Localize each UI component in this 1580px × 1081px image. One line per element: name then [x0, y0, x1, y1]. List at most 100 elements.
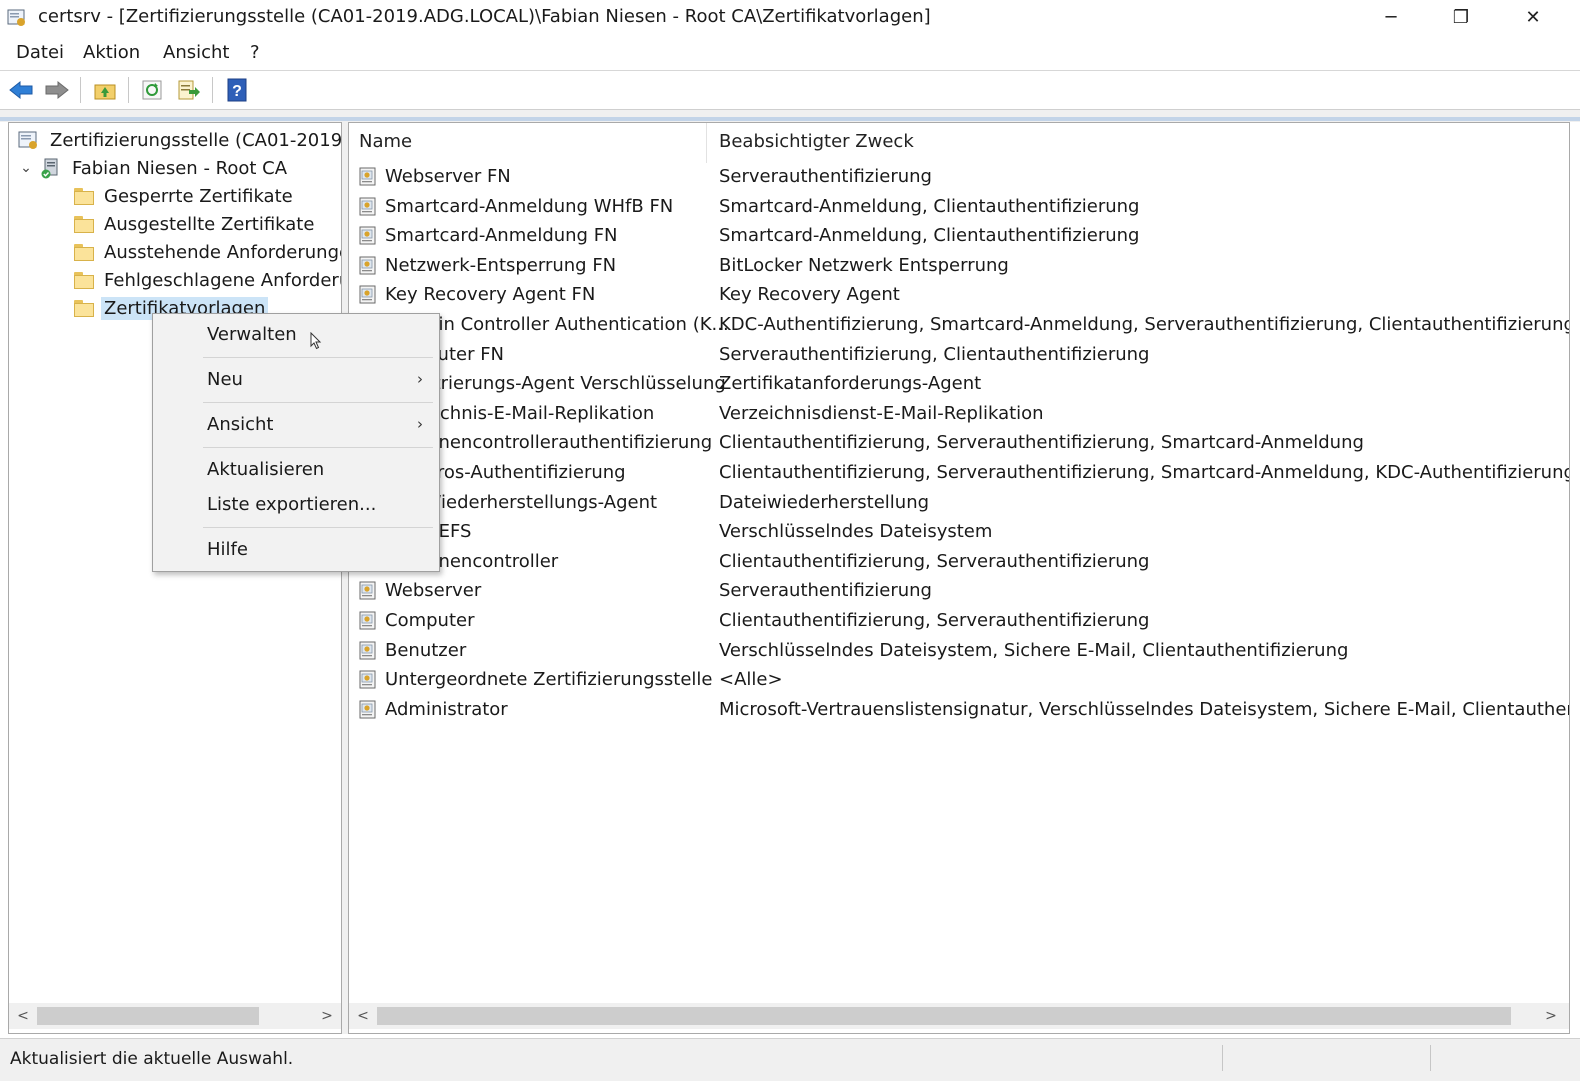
tree-node-failed[interactable]: Fehlgeschlagene Anforderungen: [73, 267, 341, 293]
export-list-button[interactable]: [176, 78, 202, 102]
menu-separator: [203, 527, 433, 528]
template-purpose: Clientauthentifizierung, Serverauthentif…: [719, 550, 1150, 572]
ctx-label: Ansicht: [207, 414, 274, 435]
ctx-label: Aktualisieren: [207, 459, 325, 480]
root-ca-icon: [41, 158, 58, 179]
refresh-icon: [142, 80, 162, 100]
restore-icon: ❐: [1452, 6, 1470, 28]
template-purpose: <Alle>: [719, 669, 783, 691]
status-bar: Aktualisiert die aktuelle Auswahl.: [0, 1038, 1580, 1081]
tree-node-root[interactable]: Zertifizierungsstelle (CA01-2019.ADG.LOC…: [17, 127, 341, 153]
certificate-template-icon: [359, 256, 376, 275]
certificate-template-icon: [359, 581, 376, 600]
title-bar: certsrv - [Zertifizierungsstelle (CA01-2…: [0, 0, 1580, 36]
tree-label-issued: Ausgestellte Zertifikate: [104, 213, 315, 235]
toolbar-separator: [80, 77, 81, 103]
forward-button[interactable]: [44, 78, 70, 102]
template-purpose: BitLocker Netzwerk Entsperrung: [719, 254, 1009, 276]
toolbar-separator: [128, 77, 129, 103]
window-title: certsrv - [Zertifizierungsstelle (CA01-2…: [38, 6, 931, 27]
ctx-item-liste-exportieren[interactable]: Liste exportieren...: [155, 489, 437, 521]
scrollbar-thumb[interactable]: [37, 1007, 259, 1025]
console-tree: Zertifizierungsstelle (CA01-2019.ADG.LOC…: [8, 122, 342, 1034]
template-purpose: Serverauthentifizierung: [719, 166, 932, 187]
ctx-label: Hilfe: [207, 539, 248, 560]
export-list-icon: [178, 80, 200, 100]
toolbar: ?: [0, 71, 1580, 110]
close-button[interactable]: ✕: [1498, 0, 1568, 34]
ctx-label: Liste exportieren...: [207, 494, 377, 515]
column-separator[interactable]: [706, 123, 707, 163]
tree-node-revoked[interactable]: Gesperrte Zertifikate: [73, 183, 296, 209]
template-name: Computer: [385, 610, 475, 631]
ctx-item-neu[interactable]: Neu ›: [155, 364, 437, 396]
template-purpose: Clientauthentifizierung, Serverauthentif…: [719, 432, 1364, 454]
minimize-icon: ─: [1385, 6, 1397, 28]
help-button[interactable]: ?: [224, 78, 250, 102]
scroll-right-arrow-icon[interactable]: >: [315, 1005, 339, 1027]
ctx-item-ansicht[interactable]: Ansicht ›: [155, 409, 437, 441]
template-purpose: KDC-Authentifizierung, Smartcard-Anmeldu…: [719, 314, 1570, 335]
template-purpose: Dateiwiederherstellung: [719, 491, 930, 513]
ctx-item-verwalten[interactable]: Verwalten: [155, 319, 437, 351]
close-icon: ✕: [1525, 6, 1541, 28]
template-purpose: Verschlüsselndes Dateisystem: [719, 521, 993, 543]
submenu-arrow-icon: ›: [417, 415, 423, 433]
tree-label-pending: Ausstehende Anforderungen: [104, 241, 342, 263]
scroll-right-arrow-icon[interactable]: >: [1539, 1005, 1563, 1027]
restore-button[interactable]: ❐: [1426, 0, 1496, 34]
folder-icon: [73, 299, 95, 317]
status-separator: [1430, 1045, 1431, 1071]
folder-icon: [73, 187, 95, 205]
template-purpose: Verschlüsselndes Dateisystem, Sichere E-…: [719, 639, 1349, 661]
ctx-label: Neu: [207, 369, 243, 390]
menu-bar: Datei Aktion Ansicht ?: [0, 36, 1580, 71]
menu-help[interactable]: ?: [250, 42, 260, 63]
menu-ansicht[interactable]: Ansicht: [163, 42, 229, 63]
certificate-template-icon: [359, 611, 376, 630]
template-name: Webserver FN: [385, 166, 511, 187]
help-icon: ?: [227, 78, 247, 102]
template-purpose: Microsoft-Vertrauenslistensignatur, Vers…: [719, 698, 1569, 720]
refresh-button[interactable]: [140, 78, 166, 102]
tree-label-failed: Fehlgeschlagene Anforderungen: [104, 269, 341, 291]
template-name: Key Recovery Agent FN: [385, 284, 596, 306]
back-arrow-icon: [9, 80, 33, 100]
minimize-button[interactable]: ─: [1356, 0, 1426, 34]
folder-icon: [73, 271, 95, 289]
scrollbar-thumb[interactable]: [377, 1007, 1511, 1025]
certificate-template-icon: [359, 670, 376, 689]
up-folder-button[interactable]: [92, 78, 118, 102]
column-header-name[interactable]: Name: [359, 131, 412, 161]
ctx-label: Verwalten: [207, 324, 297, 345]
certificate-template-icon: [359, 167, 376, 186]
certificate-template-icon: [359, 700, 376, 719]
column-header-purpose[interactable]: Beabsichtigter Zweck: [719, 131, 914, 161]
menu-datei[interactable]: Datei: [16, 42, 64, 63]
template-name: Netzwerk-Entsperrung FN: [385, 254, 617, 276]
tree-horizontal-scrollbar[interactable]: < >: [9, 1003, 341, 1029]
certificate-template-icon: [359, 641, 376, 660]
template-name: Smartcard-Anmeldung FN: [385, 225, 618, 247]
context-menu: Verwalten Neu › Ansicht › Aktualisieren …: [152, 313, 440, 572]
tree-label-revoked: Gesperrte Zertifikate: [104, 185, 293, 207]
template-purpose: Serverauthentifizierung, Clientauthentif…: [719, 343, 1150, 365]
ctx-item-aktualisieren[interactable]: Aktualisieren: [155, 454, 437, 486]
template-purpose: Serverauthentifizierung: [719, 580, 932, 602]
tree-node-ca[interactable]: ⌄ Fabian Niesen - Root CA: [17, 155, 290, 181]
chevron-down-icon[interactable]: ⌄: [17, 160, 35, 176]
list-horizontal-scrollbar[interactable]: < >: [349, 1003, 1569, 1029]
scroll-left-arrow-icon[interactable]: <: [351, 1005, 375, 1027]
tree-node-pending[interactable]: Ausstehende Anforderungen: [73, 239, 342, 265]
certificate-template-icon: [359, 285, 376, 304]
toolbar-separator: [212, 77, 213, 103]
back-button[interactable]: [8, 78, 34, 102]
template-name: Webserver: [385, 580, 482, 602]
tree-node-issued[interactable]: Ausgestellte Zertifikate: [73, 211, 317, 237]
ctx-item-hilfe[interactable]: Hilfe: [155, 534, 437, 566]
status-text: Aktualisiert die aktuelle Auswahl.: [10, 1049, 294, 1069]
submenu-arrow-icon: ›: [417, 370, 423, 388]
scroll-left-arrow-icon[interactable]: <: [11, 1005, 35, 1027]
menu-aktion[interactable]: Aktion: [83, 42, 140, 63]
template-name: Smartcard-Anmeldung WHfB FN: [385, 195, 674, 217]
